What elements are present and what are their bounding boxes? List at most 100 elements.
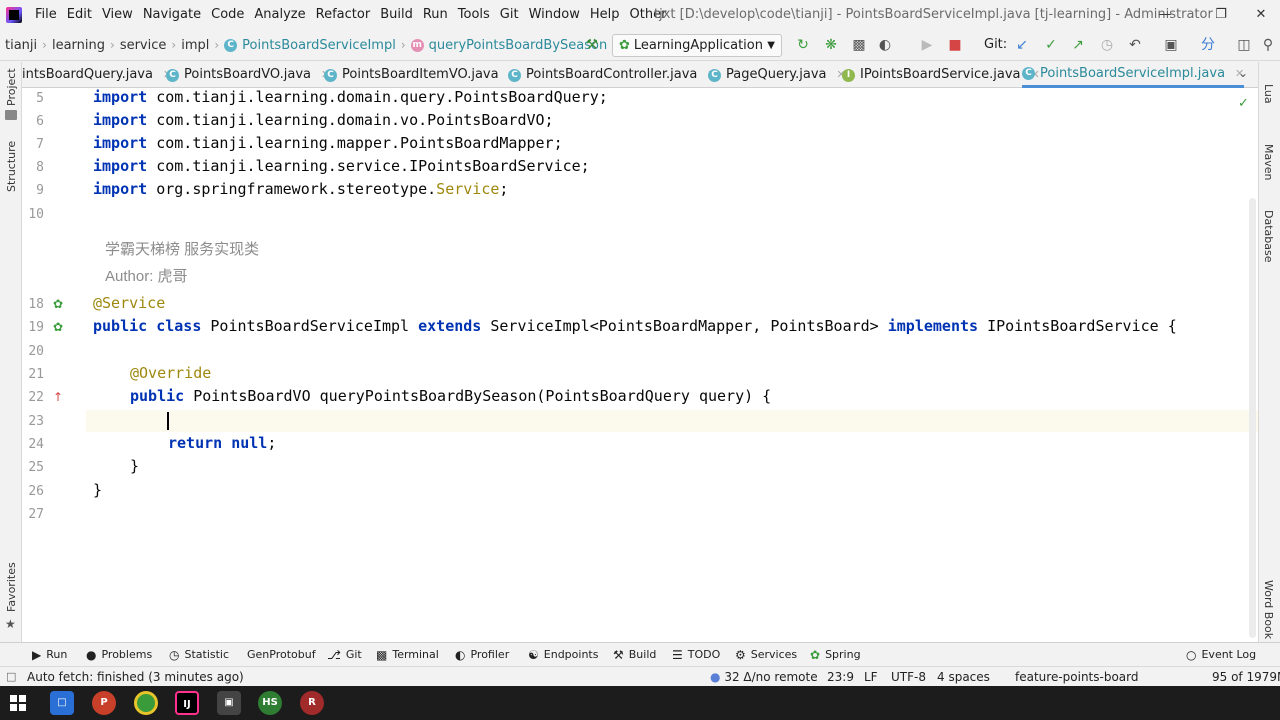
class-icon: C (508, 68, 521, 82)
menu-window[interactable]: Window (524, 0, 585, 30)
tab-pointsboardquery[interactable]: intsBoardQuery.java✕ (22, 62, 172, 88)
code-text: com.tianji.learning.service.IPointsBoard… (147, 157, 590, 175)
profiler-icon[interactable]: ◐ (876, 36, 894, 54)
coverage-icon[interactable]: ▩ (850, 36, 868, 54)
menu-run[interactable]: Run (418, 0, 453, 30)
overrides-method-gutter-icon[interactable]: ↑ (53, 390, 63, 404)
screen-recorder-icon[interactable]: ▣ (217, 691, 241, 715)
menu-refactor[interactable]: Refactor (311, 0, 376, 30)
tab-pointsboarditemvo[interactable]: CPointsBoardItemVO.java✕ (324, 62, 518, 88)
statistic-tool-button[interactable]: ◷ Statistic (169, 643, 229, 667)
git-branch[interactable]: feature-points-board (1015, 667, 1139, 687)
chrome-icon[interactable] (134, 691, 158, 715)
indent-setting[interactable]: 4 spaces (937, 667, 990, 687)
git-update-icon[interactable]: ↙ (1013, 36, 1031, 54)
profiler-icon: ◐ (455, 648, 466, 662)
menu-file[interactable]: File (30, 0, 62, 30)
memory-indicator[interactable]: 95 of 1979M (1212, 667, 1280, 687)
debug-icon[interactable]: ❋ (822, 36, 840, 54)
code-line-26: } (93, 481, 103, 499)
code-editor[interactable]: 5 6 7 8 9 10 18 19 20 21 22 23 24 25 26 … (22, 88, 1258, 642)
breadcrumb-impl[interactable]: impl (181, 38, 209, 53)
line-number: 26 (28, 484, 44, 499)
project-structure-icon[interactable]: ▣ (1162, 36, 1180, 54)
terminal-tool-button[interactable]: ▩ Terminal (376, 643, 439, 667)
project-tool-button[interactable]: Project (5, 68, 18, 106)
redis-app-icon[interactable]: R (300, 691, 324, 715)
run-tool-button[interactable]: ▶ Run (32, 643, 67, 667)
menu-view[interactable]: View (97, 0, 138, 30)
tab-pointsboardserviceimpl[interactable]: C PointsBoardServiceImpl.java ✕ (1022, 62, 1245, 88)
tab-pointsboardvo[interactable]: CPointsBoardVO.java✕ (166, 62, 330, 88)
spring-bean-gutter-icon[interactable]: ✿ (53, 297, 63, 311)
chevron-right-icon: › (171, 38, 177, 52)
text-caret (167, 412, 169, 430)
intellij-logo-icon[interactable] (6, 7, 22, 23)
tab-pointsboardcontroller[interactable]: CPointsBoardController.java✕ (508, 62, 717, 88)
breadcrumb-class[interactable]: PointsBoardServiceImpl (242, 38, 396, 53)
menu-help[interactable]: Help (585, 0, 625, 30)
status-bar-toggle-icon[interactable]: □ (6, 667, 16, 687)
database-tool-button[interactable]: Database (1262, 210, 1275, 263)
translate-icon[interactable]: 分 (1199, 36, 1217, 54)
close-icon[interactable]: ✕ (1238, 0, 1280, 30)
layout-icon[interactable]: ◫ (1235, 36, 1253, 54)
breadcrumb-method[interactable]: queryPointsBoardBySeason (429, 38, 608, 53)
menu-edit[interactable]: Edit (62, 0, 97, 30)
vertical-scrollbar[interactable] (1249, 198, 1256, 638)
build-tool-button[interactable]: ⚒ Build (613, 643, 656, 667)
tab-ipointsboardservice[interactable]: I IPointsBoardService.java ✕ (842, 62, 1040, 88)
word-book-tool-button[interactable]: Word Book (1262, 580, 1275, 639)
line-separator[interactable]: LF (864, 667, 878, 687)
file-explorer-icon[interactable]: □ (50, 691, 74, 715)
run-icon[interactable]: ▶ (918, 36, 936, 54)
powerpoint-icon[interactable]: P (92, 691, 116, 715)
lua-tool-button[interactable]: Lua (1262, 84, 1275, 104)
hs-app-icon[interactable]: HS (258, 691, 282, 715)
run-configuration-select[interactable]: ✿ LearningApplication ▼ (612, 34, 782, 57)
tab-pagequery[interactable]: CPageQuery.java✕ (708, 62, 846, 88)
code-line-6: import com.tianji.learning.domain.vo.Poi… (93, 111, 554, 129)
git-tool-button[interactable]: ⎇ Git (327, 643, 362, 667)
spring-bean-gutter-icon[interactable]: ✿ (53, 320, 63, 334)
event-log-tool-button[interactable]: ○ Event Log (1186, 643, 1256, 667)
inspection-ok-icon[interactable]: ✓ (1238, 96, 1249, 111)
services-tool-button[interactable]: ⚙ Services (735, 643, 797, 667)
history-icon[interactable]: ◷ (1098, 36, 1116, 54)
windows-start-icon[interactable] (10, 695, 26, 711)
caret-position[interactable]: 23:9 (827, 667, 854, 687)
menu-tools[interactable]: Tools (453, 0, 495, 30)
rollback-icon[interactable]: ↶ (1126, 36, 1144, 54)
favorites-tool-button[interactable]: Favorites (5, 562, 18, 612)
spring-tool-button[interactable]: ✿ Spring (810, 643, 861, 667)
problems-tool-button[interactable]: ● Problems (86, 643, 152, 667)
git-push-icon[interactable]: ↗ (1069, 36, 1087, 54)
branch-icon: ⎇ (327, 648, 341, 662)
search-icon[interactable]: ⚲ (1259, 36, 1277, 54)
minimize-icon[interactable]: — (1142, 0, 1188, 30)
maven-tool-button[interactable]: Maven (1262, 144, 1275, 180)
menu-git[interactable]: Git (495, 0, 524, 30)
menu-code[interactable]: Code (206, 0, 249, 30)
breadcrumb-tianji[interactable]: tianji (5, 38, 37, 53)
breadcrumb-learning[interactable]: learning (52, 38, 105, 53)
rerun-icon[interactable]: ↻ (794, 36, 812, 54)
menu-navigate[interactable]: Navigate (138, 0, 206, 30)
git-commit-icon[interactable]: ✓ (1042, 36, 1060, 54)
profiler-tool-button[interactable]: ◐ Profiler (455, 643, 509, 667)
menu-build[interactable]: Build (375, 0, 418, 30)
file-encoding[interactable]: UTF-8 (891, 667, 926, 687)
menu-analyze[interactable]: Analyze (249, 0, 310, 30)
tab-list-chevron-icon[interactable]: ⌄ (1238, 66, 1248, 80)
hammer-build-icon[interactable]: ⚒ (583, 36, 601, 54)
breadcrumb-service[interactable]: service (120, 38, 167, 53)
status-message[interactable]: Auto fetch: finished (3 minutes ago) (27, 667, 244, 687)
structure-tool-button[interactable]: Structure (5, 141, 18, 192)
intellij-taskbar-icon[interactable]: IJ (175, 691, 199, 715)
vcs-status[interactable]: ● 32 Δ/no remote (710, 667, 818, 687)
stop-icon[interactable]: ■ (946, 36, 964, 54)
genprotobuf-tool-button[interactable]: GenProtobuf (247, 643, 316, 667)
todo-tool-button[interactable]: ☰ TODO (672, 643, 720, 667)
code-text: com.tianji.learning.domain.vo.PointsBoar… (147, 111, 554, 129)
endpoints-tool-button[interactable]: ☯ Endpoints (528, 643, 598, 667)
